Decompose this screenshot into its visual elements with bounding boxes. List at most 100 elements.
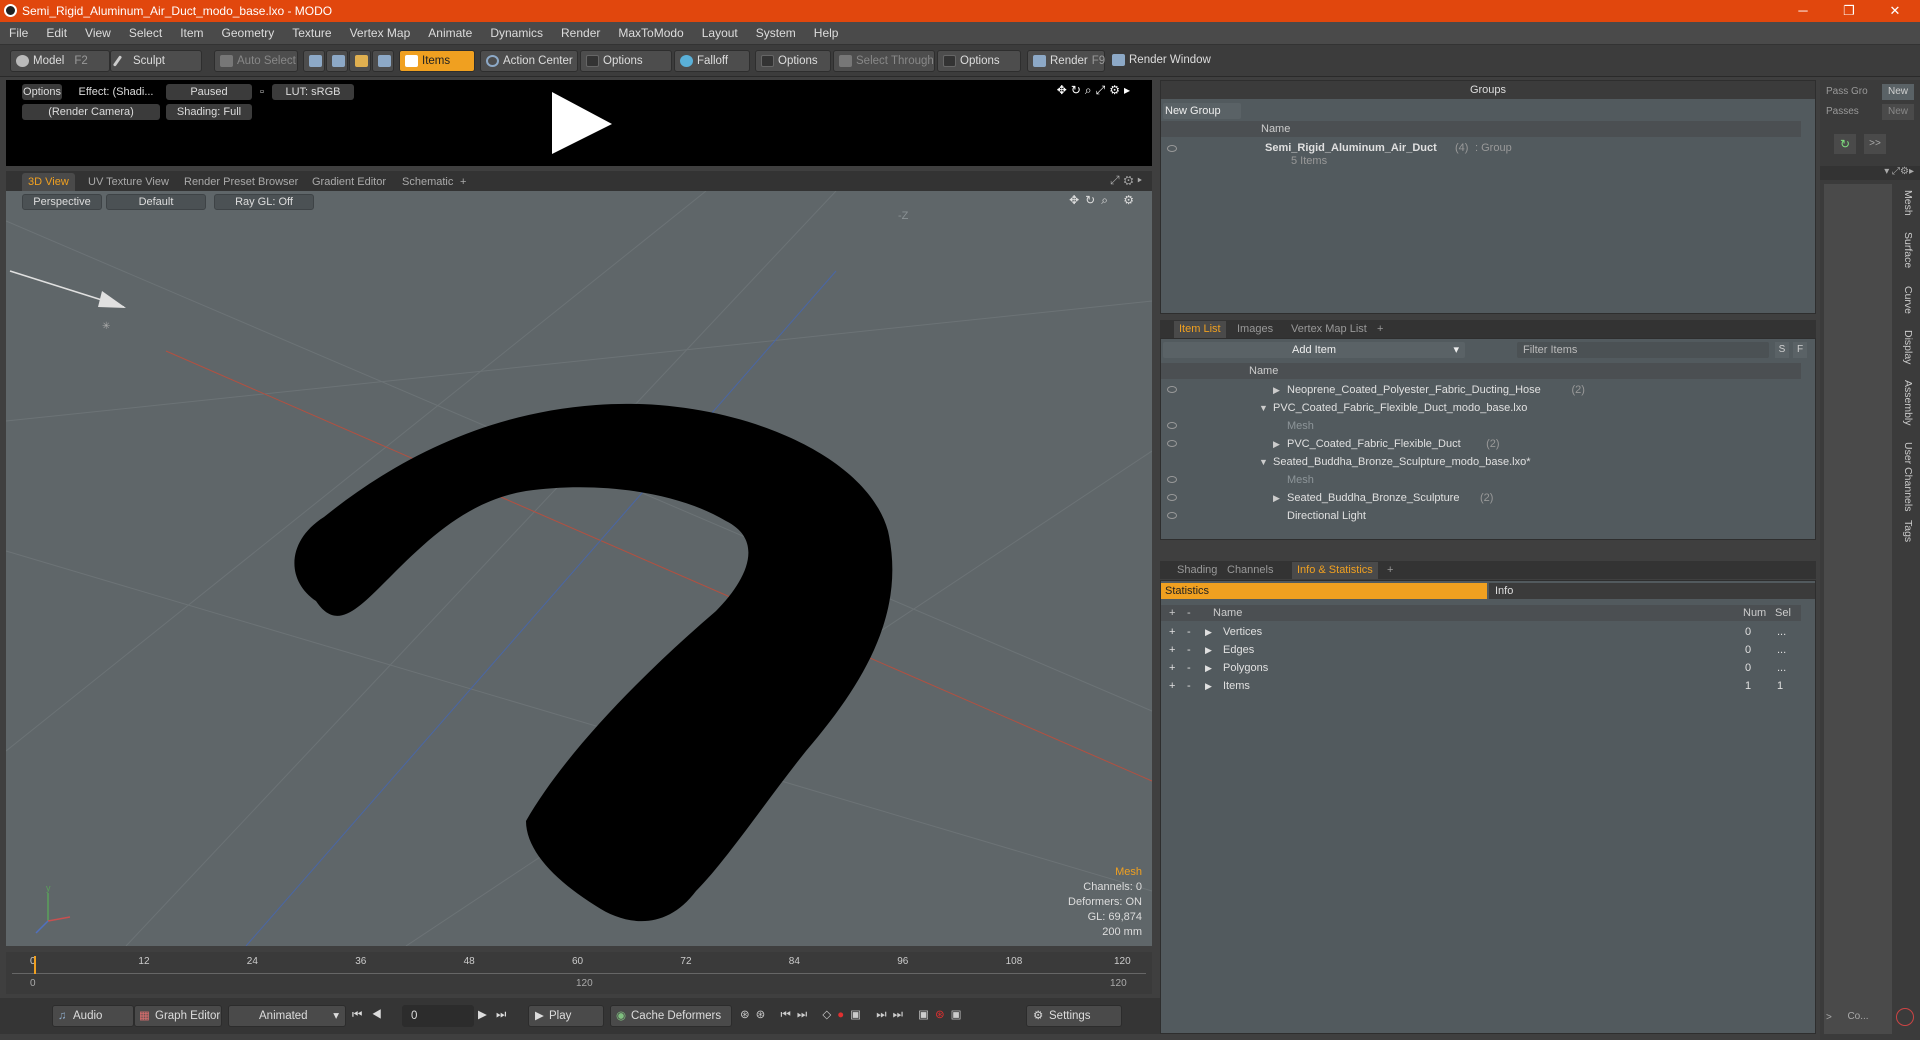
- vtab-user-channels[interactable]: User Channels: [1902, 442, 1914, 511]
- menu-vertex-map[interactable]: Vertex Map: [341, 22, 420, 45]
- expand-arrow-icon[interactable]: ▶: [1205, 677, 1212, 695]
- collapse-row-icon[interactable]: -: [1187, 623, 1191, 641]
- menu-geometry[interactable]: Geometry: [213, 22, 284, 45]
- preview-paused-button[interactable]: Paused: [166, 84, 252, 100]
- viewport-nav-controls[interactable]: ✥↻⌕ ⚙: [1069, 193, 1140, 208]
- stats-row[interactable]: + - ▶ Items 1 1: [1161, 677, 1801, 695]
- info-tab[interactable]: Info: [1489, 583, 1815, 599]
- settings-button[interactable]: ⚙ Settings: [1026, 1005, 1122, 1027]
- expand-all-icon[interactable]: +: [1169, 605, 1175, 621]
- animated-dropdown[interactable]: Animated ▾: [228, 1005, 346, 1027]
- record-icon[interactable]: [1896, 1008, 1914, 1026]
- expand-strip-button[interactable]: >>: [1864, 134, 1886, 154]
- tab-vertex-map-list[interactable]: Vertex Map List: [1286, 321, 1372, 338]
- chevron-right-icon[interactable]: >: [1826, 1012, 1832, 1023]
- menu-select[interactable]: Select: [120, 22, 171, 45]
- camera-dropdown[interactable]: (Render Camera): [22, 104, 160, 120]
- edges-mode-button[interactable]: [326, 50, 348, 72]
- item-list-row[interactable]: Directional Light: [1161, 507, 1801, 525]
- new-pass-button[interactable]: New: [1882, 104, 1914, 120]
- shading-style-dropdown[interactable]: Default: [106, 194, 206, 210]
- item-list-row[interactable]: Mesh: [1161, 471, 1801, 489]
- lock-icon[interactable]: ▫: [256, 84, 268, 100]
- tab-channels[interactable]: Channels: [1222, 562, 1278, 579]
- frame-input[interactable]: 0: [402, 1005, 474, 1027]
- menu-item[interactable]: Item: [171, 22, 212, 45]
- lut-dropdown[interactable]: LUT: sRGB: [272, 84, 354, 100]
- item-list-row[interactable]: ▶ PVC_Coated_Fabric_Flexible_Duct (2): [1161, 435, 1801, 453]
- preview-effect-dropdown[interactable]: Effect: (Shadi...: [70, 84, 162, 100]
- tab-shading[interactable]: Shading: [1172, 562, 1222, 579]
- materials-mode-button[interactable]: [372, 50, 394, 72]
- raygl-dropdown[interactable]: Ray GL: Off: [214, 194, 314, 210]
- f-button[interactable]: F: [1793, 342, 1807, 358]
- tab-info-statistics[interactable]: Info & Statistics: [1292, 562, 1378, 579]
- menu-render[interactable]: Render: [552, 22, 609, 45]
- perspective-dropdown[interactable]: Perspective: [22, 194, 102, 210]
- tab-schematic[interactable]: Schematic: [396, 173, 459, 191]
- visibility-eye-icon[interactable]: [1167, 422, 1177, 429]
- stats-row[interactable]: + - ▶ Edges 0...: [1161, 641, 1801, 659]
- add-stats-tab-button[interactable]: +: [1382, 562, 1398, 579]
- item-list-row[interactable]: ▶ Neoprene_Coated_Polyester_Fabric_Ductin…: [1161, 381, 1801, 399]
- visibility-eye-icon[interactable]: [1167, 386, 1177, 393]
- graph-editor-button[interactable]: ▦ Graph Editor: [134, 1005, 222, 1027]
- item-list-row[interactable]: ▼ Seated_Buddha_Bronze_Sculpture_modo_bas…: [1161, 453, 1801, 471]
- expand-arrow-icon[interactable]: ▶: [1205, 623, 1212, 641]
- model-mode-button[interactable]: Model F2: [10, 50, 110, 72]
- menu-texture[interactable]: Texture: [283, 22, 340, 45]
- add-tab-button[interactable]: +: [454, 173, 472, 191]
- vtab-display[interactable]: Display: [1902, 330, 1914, 364]
- items-mode-button[interactable]: Items: [399, 50, 475, 72]
- transport-next-controls[interactable]: ▶ ⏭: [478, 1005, 524, 1027]
- action-center-options-button[interactable]: Options: [580, 50, 672, 72]
- s-button[interactable]: S: [1775, 342, 1789, 358]
- expand-row-icon[interactable]: +: [1169, 641, 1175, 659]
- maximize-button[interactable]: ❐: [1826, 0, 1872, 22]
- expand-row-icon[interactable]: +: [1169, 659, 1175, 677]
- falloff-options-button[interactable]: Options: [755, 50, 831, 72]
- filter-items-input[interactable]: Filter Items: [1517, 342, 1769, 358]
- play-preview-icon[interactable]: [546, 88, 616, 158]
- menu-help[interactable]: Help: [805, 22, 848, 45]
- expand-arrow-icon[interactable]: ▼: [1259, 399, 1268, 417]
- stats-row[interactable]: + - ▶ Vertices 0...: [1161, 623, 1801, 641]
- add-item-dropdown[interactable]: Add Item ▾: [1163, 342, 1465, 358]
- menu-system[interactable]: System: [747, 22, 805, 45]
- stats-row[interactable]: + - ▶ Polygons 0...: [1161, 659, 1801, 677]
- strip-controls[interactable]: ▾ ⤢⚙▸: [1820, 166, 1920, 180]
- falloff-button[interactable]: Falloff: [674, 50, 750, 72]
- item-list-row[interactable]: Mesh: [1161, 417, 1801, 435]
- expand-row-icon[interactable]: +: [1169, 623, 1175, 641]
- collapse-all-icon[interactable]: -: [1187, 605, 1191, 621]
- menu-layout[interactable]: Layout: [693, 22, 747, 45]
- menu-dynamics[interactable]: Dynamics: [481, 22, 552, 45]
- polygons-mode-button[interactable]: [349, 50, 371, 72]
- render-window-button[interactable]: Render Window: [1107, 50, 1211, 72]
- sculpt-mode-button[interactable]: Sculpt: [110, 50, 202, 72]
- expand-arrow-icon[interactable]: ▶: [1273, 381, 1280, 399]
- tab-3d-view[interactable]: 3D View: [22, 173, 75, 191]
- command-button[interactable]: Co...: [1838, 1008, 1878, 1026]
- vtab-mesh[interactable]: Mesh: [1902, 190, 1914, 216]
- auto-select-button[interactable]: Auto Select: [214, 50, 298, 72]
- expand-arrow-icon[interactable]: ▶: [1273, 489, 1280, 507]
- tab-uv-texture-view[interactable]: UV Texture View: [82, 173, 175, 191]
- statistics-tab[interactable]: Statistics: [1161, 583, 1487, 599]
- add-item-tab-button[interactable]: +: [1372, 321, 1388, 338]
- render-button[interactable]: Render F9: [1027, 50, 1105, 72]
- close-button[interactable]: ✕: [1872, 0, 1918, 22]
- shading-dropdown[interactable]: Shading: Full: [166, 104, 252, 120]
- expand-arrow-icon[interactable]: ▶: [1205, 659, 1212, 677]
- vtab-surface[interactable]: Surface: [1902, 232, 1914, 268]
- view-tab-controls[interactable]: ⤢⚙▸: [1110, 173, 1146, 188]
- directional-light-gizmo[interactable]: ✳: [9, 270, 126, 332]
- key-controls[interactable]: ⊛⊛ ⏮⏭ ◇●▣ ⏭⏭ ▣⊛▣: [740, 1005, 1022, 1027]
- expand-arrow-icon[interactable]: ▶: [1205, 641, 1212, 659]
- tab-render-preset-browser[interactable]: Render Preset Browser: [178, 173, 304, 191]
- collapse-row-icon[interactable]: -: [1187, 677, 1191, 695]
- audio-button[interactable]: ♫ Audio: [52, 1005, 134, 1027]
- menu-maxtomodo[interactable]: MaxToModo: [609, 22, 692, 45]
- collapse-row-icon[interactable]: -: [1187, 659, 1191, 677]
- action-center-button[interactable]: Action Center: [480, 50, 578, 72]
